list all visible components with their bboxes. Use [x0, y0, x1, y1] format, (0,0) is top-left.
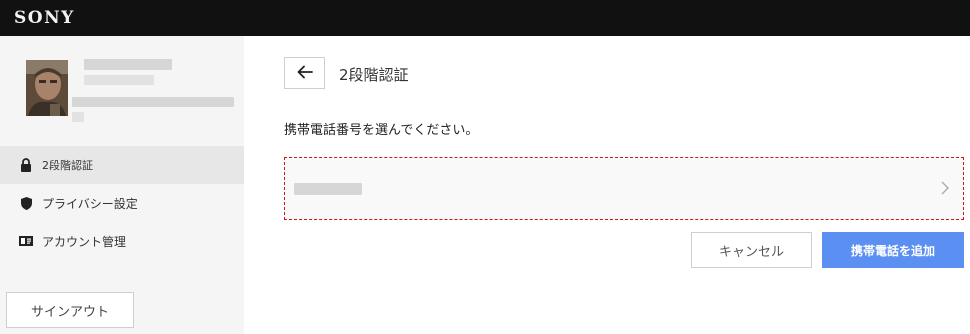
sidebar-item-label: プライバシー設定	[42, 196, 138, 211]
sidebar-item-label: 2段階認証	[42, 159, 93, 172]
lock-icon	[19, 158, 33, 172]
sidebar-item-account[interactable]: アカウント管理	[0, 222, 244, 260]
chevron-right-icon	[941, 180, 949, 199]
sidebar-item-label: アカウント管理	[42, 234, 127, 249]
sidebar-item-privacy[interactable]: プライバシー設定	[0, 184, 244, 222]
sign-out-button[interactable]: サインアウト	[6, 292, 134, 328]
redacted-email	[72, 112, 84, 122]
sidebar: 2段階認証 プライバシー設定 アカウント管理 サインアウト	[0, 36, 244, 334]
instruction-text: 携帯電話番号を選んでください。	[284, 123, 479, 138]
redacted-username	[84, 75, 154, 85]
user-avatar-photo	[26, 60, 68, 116]
back-button[interactable]	[284, 57, 325, 89]
redacted-username	[84, 59, 172, 70]
shield-icon	[19, 196, 33, 210]
add-phone-button[interactable]: 携帯電話を追加	[822, 232, 964, 268]
phone-number-option[interactable]	[284, 157, 964, 220]
redacted-email	[72, 97, 234, 107]
redacted-phone-number	[294, 183, 362, 195]
page-title: 2段階認証	[339, 66, 409, 84]
cancel-button[interactable]: キャンセル	[691, 232, 812, 268]
id-card-icon	[19, 234, 33, 248]
top-bar: SONY	[0, 0, 970, 36]
sidebar-item-2fa[interactable]: 2段階認証	[0, 146, 244, 184]
avatar	[26, 60, 68, 116]
sony-logo[interactable]: SONY	[14, 8, 75, 28]
arrow-left-icon	[297, 65, 313, 82]
